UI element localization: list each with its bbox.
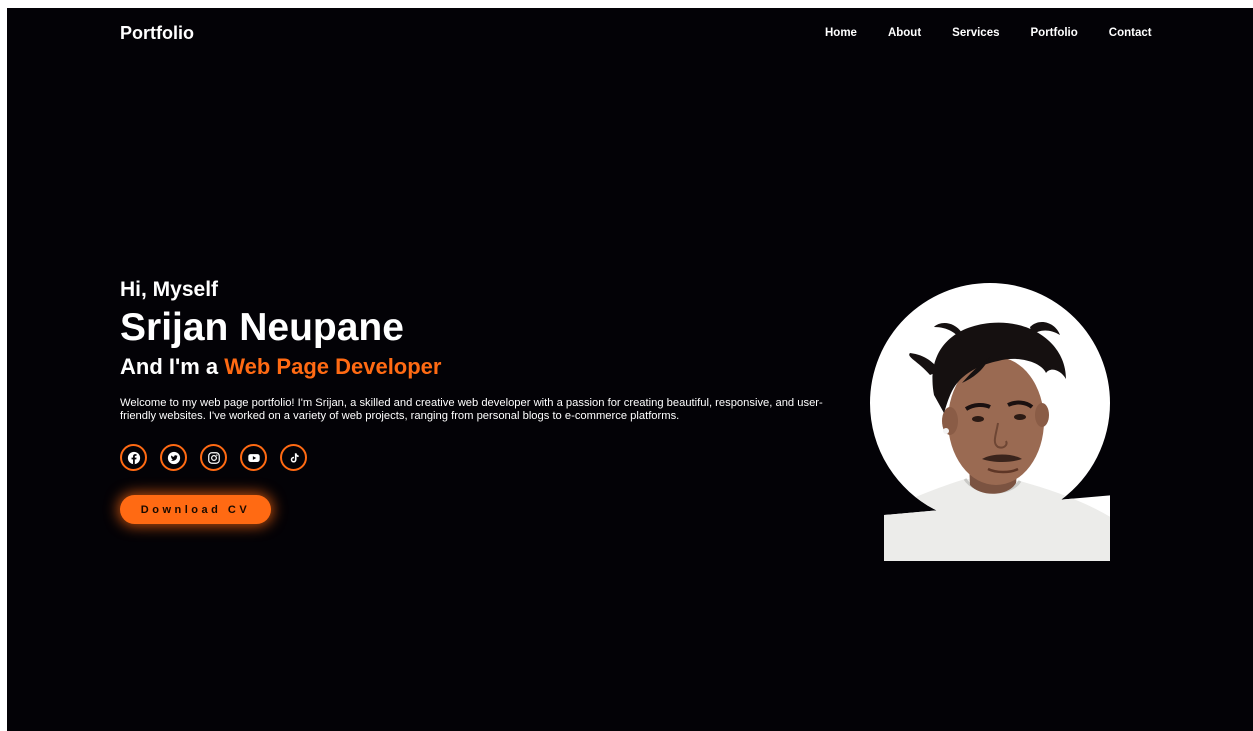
social-links <box>120 444 830 471</box>
facebook-icon[interactable] <box>120 444 147 471</box>
hero-section: Hi, Myself Srijan Neupane And I'm a Web … <box>120 278 830 524</box>
hero-role-prefix: And I'm a <box>120 354 225 379</box>
download-cv-button[interactable]: Download CV <box>120 495 271 524</box>
hero-role: And I'm a Web Page Developer <box>120 354 830 380</box>
youtube-icon[interactable] <box>240 444 267 471</box>
tiktok-icon[interactable] <box>280 444 307 471</box>
nav-contact[interactable]: Contact <box>1109 27 1152 39</box>
nav-services[interactable]: Services <box>952 27 999 39</box>
profile-photo <box>870 283 1114 561</box>
twitter-icon[interactable] <box>160 444 187 471</box>
logo[interactable]: Portfolio <box>120 23 194 44</box>
hero-greeting: Hi, Myself <box>120 278 219 301</box>
nav-about[interactable]: About <box>888 27 921 39</box>
hero-name: Srijan Neupane <box>120 306 404 349</box>
main-nav: Home About Services Portfolio Contact <box>825 27 1152 39</box>
instagram-icon[interactable] <box>200 444 227 471</box>
nav-home[interactable]: Home <box>825 27 857 39</box>
page: Portfolio Home About Services Portfolio … <box>7 8 1253 731</box>
nav-portfolio[interactable]: Portfolio <box>1031 27 1078 39</box>
hero-bio: Welcome to my web page portfolio! I'm Sr… <box>120 397 823 422</box>
hero-role-title: Web Page Developer <box>224 354 442 379</box>
